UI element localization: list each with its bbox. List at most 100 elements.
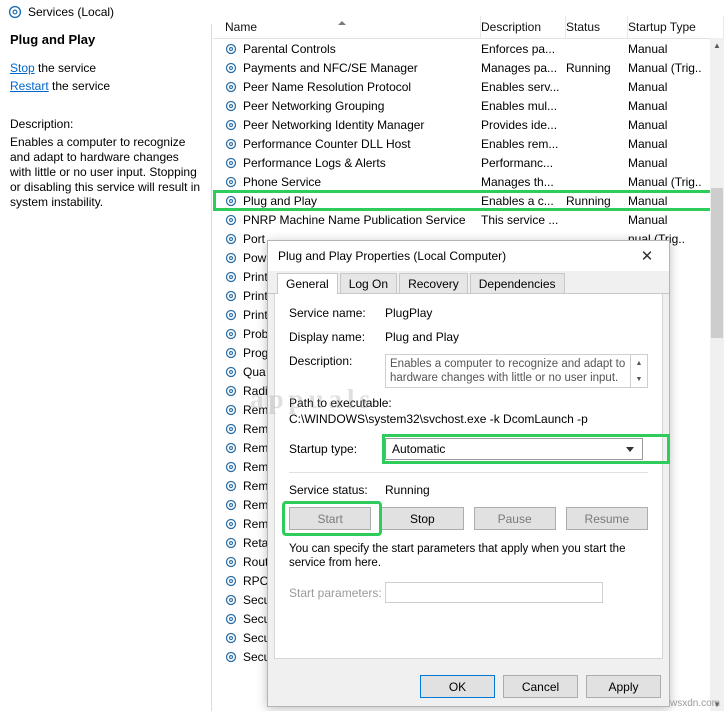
service-status-value: Running (385, 483, 430, 497)
tab-general[interactable]: General (277, 273, 338, 294)
table-row[interactable]: Peer Networking Identity Manager Provides… (213, 115, 724, 134)
service-gear-icon (225, 138, 237, 149)
table-row[interactable]: Parental Controls Enforces pa... Manual (213, 39, 724, 58)
row-name-label: Reta (243, 535, 269, 550)
description-row: Description: Enables a computer to recog… (289, 354, 648, 388)
row-name-label: Performance Logs & Alerts (243, 155, 386, 170)
column-header-description[interactable]: Description (481, 16, 566, 38)
stop-button[interactable]: Stop (381, 507, 464, 530)
services-window-title: Services (Local) (28, 5, 115, 19)
row-name-label: Prob (243, 326, 269, 341)
column-header-status[interactable]: Status (566, 16, 628, 38)
service-gear-icon (225, 480, 237, 491)
column-header-name-label: Name (225, 20, 258, 34)
services-list-header: Name Description Status Startup Type (213, 16, 724, 39)
row-description-cell: Manages pa... (481, 60, 558, 75)
column-header-name[interactable]: Name (213, 16, 481, 38)
service-status-label: Service status: (289, 483, 368, 497)
apply-button[interactable]: Apply (586, 675, 661, 698)
row-description-cell: Enables serv... (481, 79, 560, 94)
row-name-label: Qua (243, 364, 266, 379)
spinner-up-icon[interactable]: ▲ (631, 355, 647, 371)
tab-log-on[interactable]: Log On (339, 273, 398, 293)
service-gear-icon (225, 119, 237, 130)
service-gear-icon (225, 442, 237, 453)
service-gear-icon (225, 157, 237, 168)
start-parameters-label: Start parameters: (289, 585, 382, 600)
column-header-startup-type[interactable]: Startup Type (628, 16, 724, 38)
dialog-general-panel: Service name: PlugPlay Display name: Plu… (274, 294, 670, 659)
scrollbar-thumb[interactable] (711, 188, 723, 338)
services-titlebar: Services (Local) (0, 0, 212, 24)
service-gear-icon (225, 176, 237, 187)
tab-dependencies[interactable]: Dependencies (469, 273, 565, 293)
service-gear-icon (225, 537, 237, 548)
row-name-label: Print (243, 269, 268, 284)
row-name-label: Parental Controls (243, 41, 336, 56)
service-gear-icon (225, 613, 237, 624)
row-name-cell: Peer Networking Identity Manager (213, 118, 481, 132)
table-row[interactable]: Peer Name Resolution Protocol Enables ser… (213, 77, 724, 96)
dialog-description-label: Description: (289, 354, 353, 368)
row-name-label: Payments and NFC/SE Manager (243, 60, 418, 75)
service-gear-icon (225, 309, 237, 320)
spinner-down-icon[interactable]: ▼ (631, 371, 647, 387)
table-row[interactable]: Phone Service Manages th... Manual (Trig.. (213, 172, 724, 191)
service-status-row: Service status: Running (289, 483, 648, 497)
table-row[interactable]: Plug and Play Enables a c... Running Manual (213, 191, 724, 210)
scroll-up-icon[interactable]: ▲ (710, 38, 724, 52)
service-gear-icon (225, 404, 237, 415)
close-icon[interactable]: ✕ (625, 241, 669, 271)
corner-watermark: wsxdn.com (669, 698, 720, 709)
table-row[interactable]: Peer Networking Grouping Enables mul... Ma… (213, 96, 724, 115)
table-row[interactable]: Performance Logs & Alerts Performanc... Ma… (213, 153, 724, 172)
startup-type-row: Startup type: Automatic (289, 434, 670, 464)
ok-button[interactable]: OK (420, 675, 495, 698)
start-button[interactable]: Start (289, 507, 372, 530)
row-name-label: Rem (243, 440, 269, 455)
start-parameters-input[interactable] (385, 582, 603, 603)
restart-service-suffix: the service (48, 79, 111, 93)
service-gear-icon (225, 594, 237, 605)
row-status-cell: Running (566, 193, 611, 208)
row-description-cell: Enables rem... (481, 136, 559, 151)
row-name-label: Radi (243, 383, 268, 398)
display-name-value: Plug and Play (385, 330, 460, 344)
selected-service-title: Plug and Play (10, 32, 96, 47)
row-name-label: Port (243, 231, 266, 246)
row-description-cell: Manages th... (481, 174, 554, 189)
description-scroll-spinner[interactable]: ▲ ▼ (631, 354, 648, 388)
row-name-cell: Phone Service (213, 175, 481, 189)
row-name-label: RPC (243, 573, 269, 588)
row-name-label: Print (243, 307, 268, 322)
cancel-button[interactable]: Cancel (503, 675, 578, 698)
pause-button[interactable]: Pause (473, 507, 556, 530)
table-row[interactable]: PNRP Machine Name Publication Service Thi… (213, 210, 724, 229)
start-parameters-hint: You can specify the start parameters tha… (289, 543, 626, 569)
row-name-label: Rem (243, 459, 269, 474)
table-row[interactable]: Payments and NFC/SE Manager Manages pa...… (213, 58, 724, 77)
table-row[interactable]: Performance Counter DLL Host Enables rem.… (213, 134, 724, 153)
startup-type-value: Automatic (392, 442, 446, 456)
startup-type-dropdown[interactable]: Automatic (385, 438, 643, 460)
service-gear-icon (225, 328, 237, 339)
resume-button[interactable]: Resume (565, 507, 648, 530)
service-name-row: Service name: PlugPlay (289, 306, 648, 320)
row-name-label: Plug and Play (243, 193, 318, 208)
row-name-label: Pow (243, 250, 267, 265)
dialog-titlebar: Plug and Play Properties (Local Computer… (268, 241, 669, 271)
row-name-cell: Performance Logs & Alerts (213, 156, 481, 170)
service-gear-icon (225, 366, 237, 377)
dialog-description-textarea[interactable]: Enables a computer to recognize and adap… (385, 354, 631, 388)
restart-service-link[interactable]: Restart (10, 79, 49, 93)
stop-service-link[interactable]: Stop (10, 61, 35, 75)
tab-recovery[interactable]: Recovery (399, 273, 468, 293)
services-list-scrollbar[interactable]: ▲ ▼ (710, 38, 724, 711)
service-gear-icon (225, 81, 237, 92)
stop-service-suffix: the service (34, 61, 97, 75)
stop-service-line: Stop the service (10, 61, 201, 75)
row-name-label: Peer Networking Grouping (243, 98, 385, 113)
services-gear-icon (8, 5, 22, 19)
row-name-label: Rem (243, 497, 269, 512)
row-description-cell: Enables mul... (481, 98, 558, 113)
